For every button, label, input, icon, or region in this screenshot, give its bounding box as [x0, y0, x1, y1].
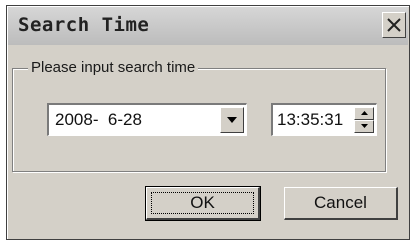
date-value: 2008- 6-28 [55, 110, 142, 129]
cancel-button-label: Cancel [314, 193, 367, 212]
close-icon [387, 18, 401, 32]
dialog-title: Search Time [18, 14, 150, 36]
date-combobox[interactable]: 2008- 6-28 [47, 103, 247, 136]
cancel-button[interactable]: Cancel [284, 187, 398, 220]
time-increment-button[interactable] [354, 107, 374, 120]
group-legend: Please input search time [28, 59, 199, 77]
triangle-up-icon [361, 111, 368, 115]
triangle-down-icon [361, 124, 368, 128]
ok-button[interactable]: OK [145, 186, 261, 221]
chevron-down-icon [227, 117, 237, 123]
title-bar[interactable]: Search Time [8, 7, 408, 45]
focus-ring [151, 192, 254, 214]
date-dropdown-button[interactable] [220, 107, 244, 133]
time-spinner[interactable]: 13:35:31 [271, 103, 377, 136]
close-button[interactable] [382, 12, 406, 38]
time-decrement-button[interactable] [354, 120, 374, 133]
time-value[interactable]: 13:35:31 [277, 110, 343, 130]
